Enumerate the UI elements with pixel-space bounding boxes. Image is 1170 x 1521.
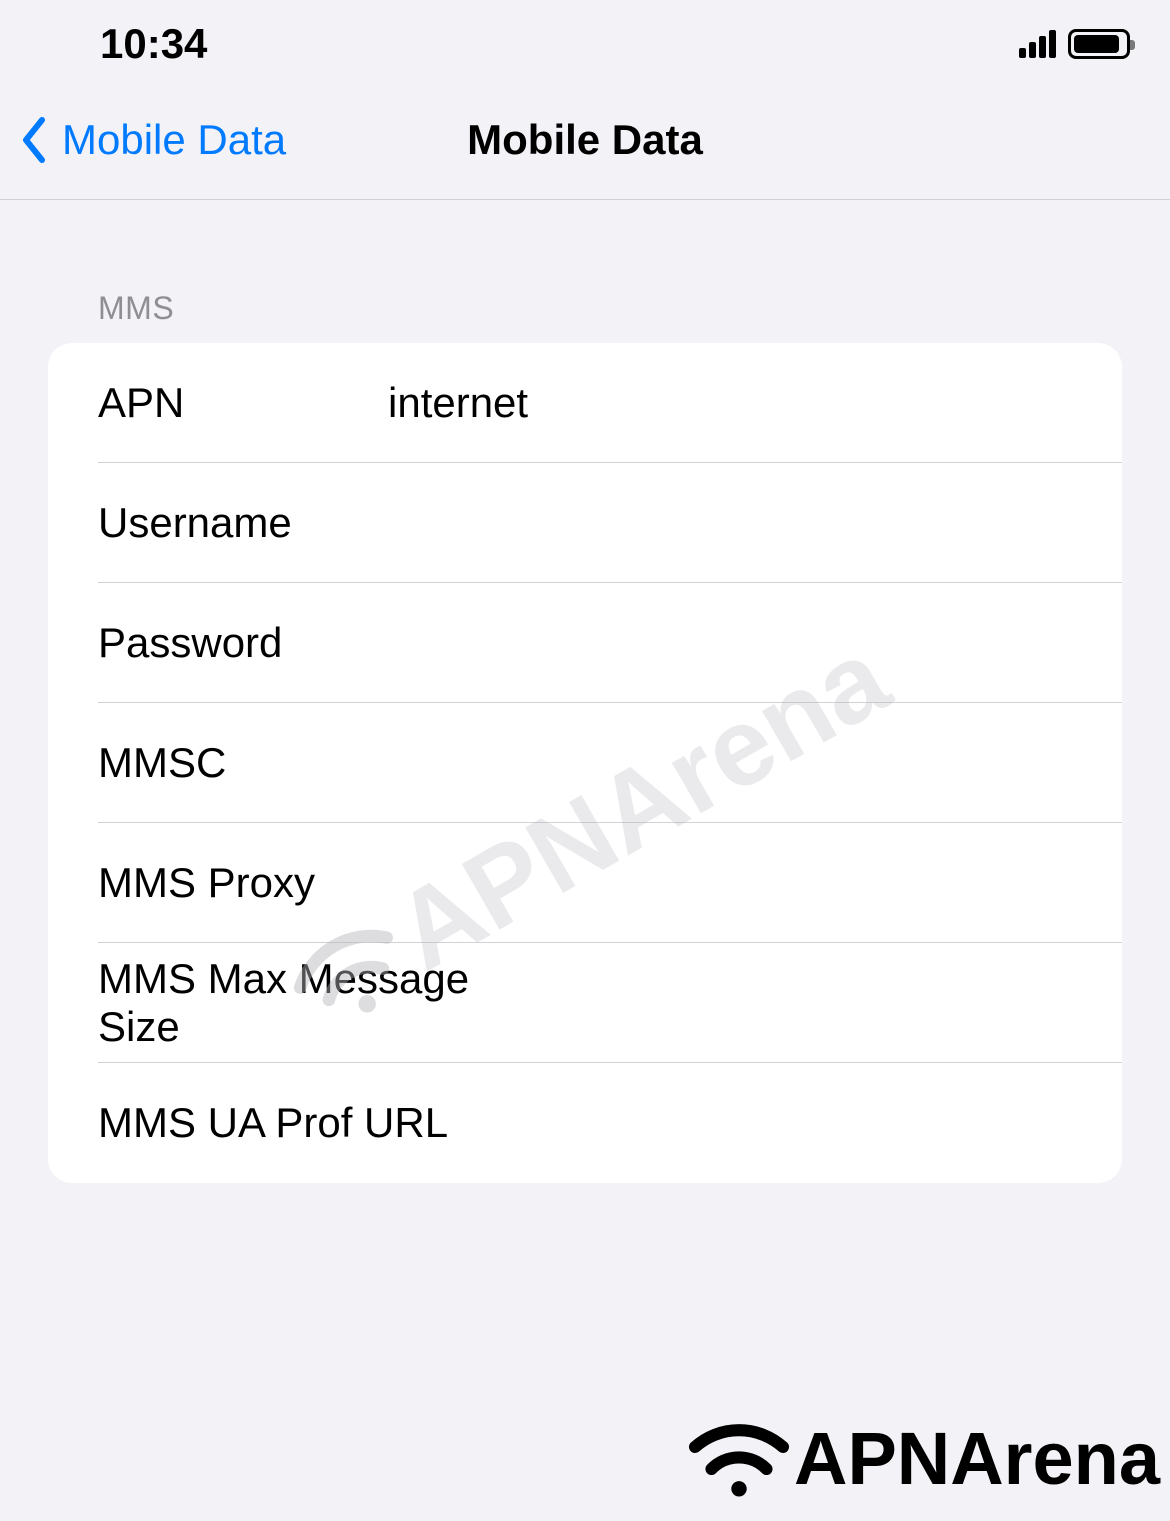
mms-proxy-input[interactable]: [388, 859, 1122, 907]
username-label: Username: [98, 499, 388, 547]
mmsc-row[interactable]: MMSC: [48, 703, 1122, 823]
apnarena-logo: APNArena: [684, 1413, 1160, 1503]
mms-max-size-input[interactable]: [551, 979, 1122, 1027]
status-indicators: [1019, 29, 1130, 59]
mmsc-label: MMSC: [98, 739, 388, 787]
mmsc-input[interactable]: [388, 739, 1122, 787]
status-bar: 10:34: [0, 0, 1170, 80]
status-time: 10:34: [100, 20, 207, 68]
username-row[interactable]: Username: [48, 463, 1122, 583]
section-header-mms: MMS: [0, 200, 1170, 343]
back-label: Mobile Data: [62, 116, 286, 164]
mms-max-size-label: MMS Max Message Size: [98, 955, 551, 1051]
username-input[interactable]: [388, 499, 1122, 547]
mms-settings-card: APN Username Password MMSC MMS Proxy MMS…: [48, 343, 1122, 1183]
logo-text: APNArena: [794, 1416, 1160, 1501]
password-label: Password: [98, 619, 388, 667]
mms-ua-prof-label: MMS UA Prof URL: [98, 1099, 551, 1147]
mms-proxy-label: MMS Proxy: [98, 859, 388, 907]
wifi-icon: [684, 1413, 794, 1503]
chevron-left-icon: [20, 116, 48, 164]
mms-proxy-row[interactable]: MMS Proxy: [48, 823, 1122, 943]
battery-icon: [1068, 29, 1130, 59]
page-title: Mobile Data: [467, 116, 703, 164]
apn-row[interactable]: APN: [48, 343, 1122, 463]
apn-label: APN: [98, 379, 388, 427]
back-button[interactable]: Mobile Data: [20, 116, 286, 164]
apn-input[interactable]: [388, 379, 1122, 427]
password-input[interactable]: [388, 619, 1122, 667]
password-row[interactable]: Password: [48, 583, 1122, 703]
mms-ua-prof-row[interactable]: MMS UA Prof URL: [48, 1063, 1122, 1183]
cellular-signal-icon: [1019, 30, 1056, 58]
mms-ua-prof-input[interactable]: [551, 1099, 1122, 1147]
mms-max-size-row[interactable]: MMS Max Message Size: [48, 943, 1122, 1063]
navigation-bar: Mobile Data Mobile Data: [0, 80, 1170, 200]
